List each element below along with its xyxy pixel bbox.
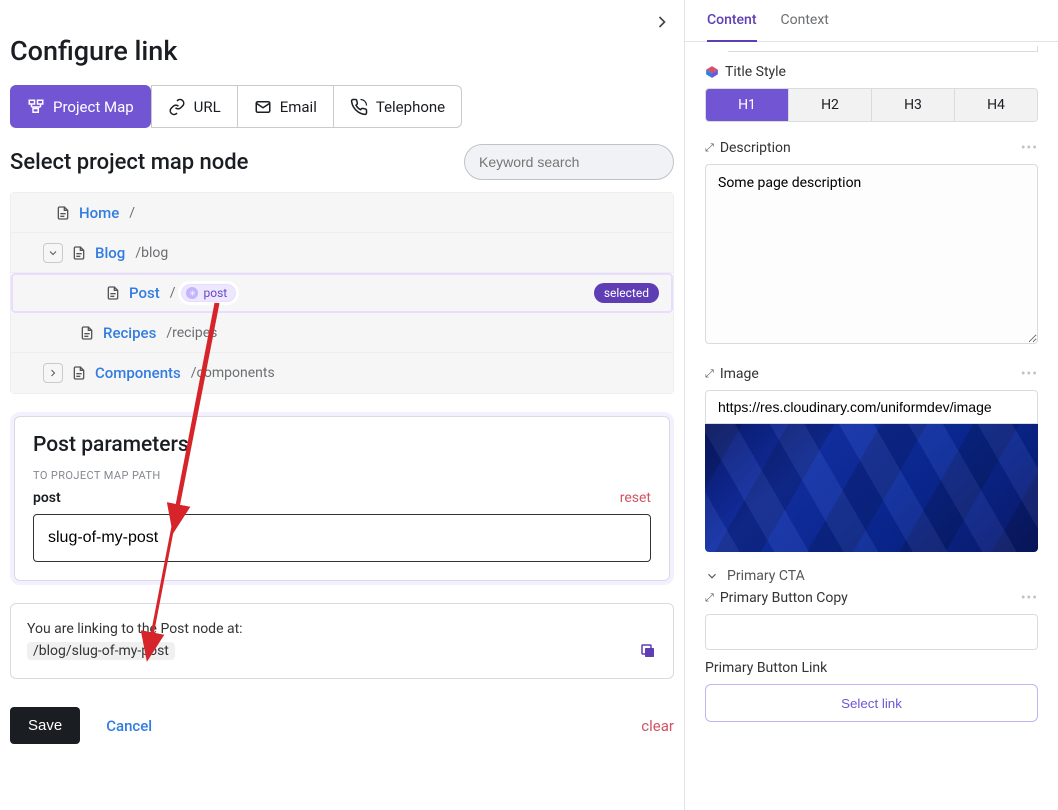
tab-url[interactable]: URL xyxy=(151,85,238,128)
image-url-input[interactable] xyxy=(705,390,1038,424)
tree-row-recipes[interactable]: Recipes /recipes xyxy=(11,313,673,353)
post-parameters-panel: Post parameters TO PROJECT MAP PATH post… xyxy=(14,416,670,581)
tree-link-recipes[interactable]: Recipes xyxy=(103,324,156,342)
tab-telephone[interactable]: Telephone xyxy=(334,85,462,128)
title-style-segmented: H1 H2 H3 H4 xyxy=(705,88,1038,122)
collapse-chevron-icon[interactable] xyxy=(652,12,672,36)
tree-row-components[interactable]: Components /components xyxy=(11,353,673,393)
tab-email[interactable]: Email xyxy=(238,85,334,128)
link-type-tabs: Project Map URL Email Telephone xyxy=(10,85,674,128)
seg-h2[interactable]: H2 xyxy=(789,89,872,121)
tab-project-map[interactable]: Project Map xyxy=(10,85,151,128)
dynamic-slug-chip[interactable]: ✳ post xyxy=(181,284,236,302)
right-tab-content[interactable]: Content xyxy=(707,0,757,42)
primary-cta-section-label: Primary CTA xyxy=(727,568,805,584)
image-preview xyxy=(705,424,1038,552)
tree-path-recipes: /recipes xyxy=(166,325,217,341)
tree-path-components: /components xyxy=(191,365,275,381)
page-icon xyxy=(71,365,87,381)
post-slug-input[interactable] xyxy=(33,514,651,562)
seg-h1[interactable]: H1 xyxy=(706,89,789,121)
primary-button-copy-label: Primary Button Copy xyxy=(720,590,848,606)
select-link-button[interactable]: Select link xyxy=(705,684,1038,722)
more-dots-icon[interactable]: ••• xyxy=(1021,590,1038,606)
copy-icon[interactable] xyxy=(639,642,657,664)
expand-toggle-blog[interactable] xyxy=(43,243,63,263)
tab-email-label: Email xyxy=(280,98,317,116)
tree-path-home: / xyxy=(129,205,135,221)
description-label: Description xyxy=(720,140,791,156)
primary-button-link-label: Primary Button Link xyxy=(705,660,827,676)
chevron-down-icon[interactable] xyxy=(705,569,719,583)
seg-h3[interactable]: H3 xyxy=(872,89,955,121)
reset-link[interactable]: reset xyxy=(620,490,651,506)
seg-h4[interactable]: H4 xyxy=(955,89,1037,121)
tree-row-post[interactable]: Post / ✳ post selected xyxy=(11,273,673,313)
page-icon xyxy=(71,245,87,261)
save-button[interactable]: Save xyxy=(10,707,80,744)
right-tab-context[interactable]: Context xyxy=(781,0,829,41)
parameters-subhead: TO PROJECT MAP PATH xyxy=(33,469,651,482)
clear-button[interactable]: clear xyxy=(641,717,674,735)
field-label-post: post xyxy=(33,490,61,506)
primary-button-copy-input[interactable] xyxy=(705,614,1038,650)
page-icon xyxy=(79,325,95,341)
selected-badge: selected xyxy=(594,283,659,303)
page-icon xyxy=(105,285,121,301)
expand-icon: ⤢ xyxy=(705,367,714,381)
info-path: /blog/slug-of-my-post xyxy=(27,642,175,660)
page-icon xyxy=(55,205,71,221)
project-map-tree: Home / Blog /blog Post / ✳ post selected… xyxy=(10,192,674,394)
expand-toggle-components[interactable] xyxy=(43,363,63,383)
info-text: You are linking to the Post node at: xyxy=(27,618,243,640)
tree-link-home[interactable]: Home xyxy=(79,204,119,222)
page-title: Configure link xyxy=(10,35,674,67)
keyword-search-input[interactable] xyxy=(479,154,660,170)
title-style-label: Title Style xyxy=(725,64,786,80)
tree-path-post-slash: / xyxy=(170,285,176,301)
tab-url-label: URL xyxy=(194,98,221,116)
tree-path-blog: /blog xyxy=(135,245,168,261)
more-dots-icon[interactable]: ••• xyxy=(1021,366,1038,382)
select-node-heading: Select project map node xyxy=(10,150,248,175)
cancel-button[interactable]: Cancel xyxy=(106,717,152,735)
cube-icon xyxy=(705,65,719,79)
tree-link-post[interactable]: Post xyxy=(129,284,160,302)
tab-project-map-label: Project Map xyxy=(53,98,134,116)
keyword-search[interactable] xyxy=(464,144,674,180)
tree-row-blog[interactable]: Blog /blog xyxy=(11,233,673,273)
expand-icon: ⤢ xyxy=(705,141,714,155)
more-dots-icon[interactable]: ••• xyxy=(1021,140,1038,156)
tab-telephone-label: Telephone xyxy=(376,98,445,116)
parameters-heading: Post parameters xyxy=(33,433,651,457)
description-textarea[interactable] xyxy=(705,164,1038,344)
image-label: Image xyxy=(720,366,759,382)
linking-info-box: You are linking to the Post node at: /bl… xyxy=(10,603,674,679)
expand-icon: ⤢ xyxy=(705,591,714,605)
dynamic-slug-label: post xyxy=(203,286,227,300)
tree-link-components[interactable]: Components xyxy=(95,364,181,382)
tree-row-home[interactable]: Home / xyxy=(11,193,673,233)
tree-link-blog[interactable]: Blog xyxy=(95,244,125,262)
